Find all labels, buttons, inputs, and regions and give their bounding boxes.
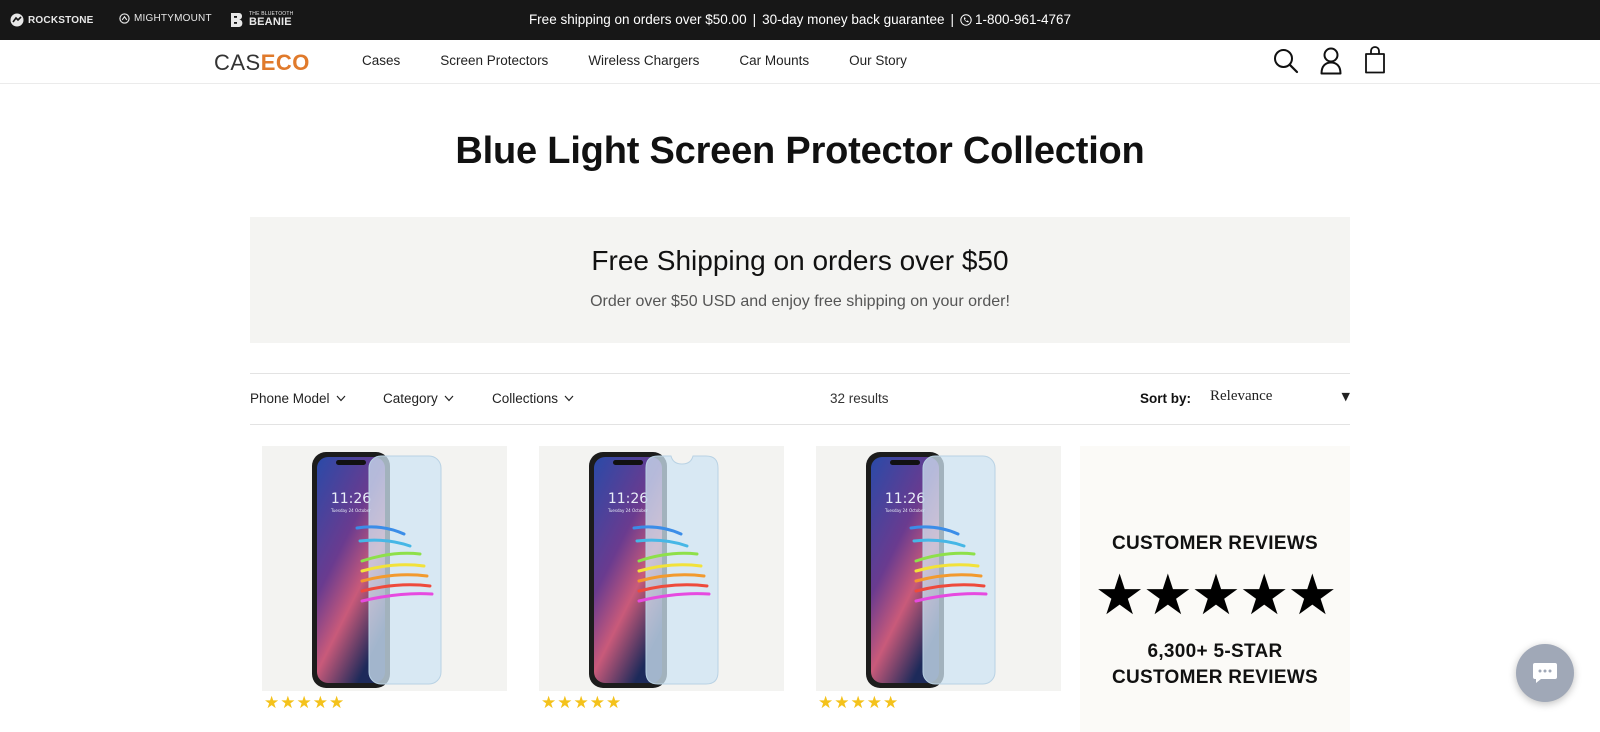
phone-screen-protector-illustration: 11:26 Tuesday 24 October <box>312 452 442 688</box>
filter-collections[interactable]: Collections <box>492 391 574 406</box>
sort-select[interactable]: Relevance ▼ <box>1210 388 1350 410</box>
filter-collections-label: Collections <box>492 391 559 406</box>
search-icon[interactable] <box>1272 47 1300 80</box>
reviews-stars: ★★★★★ <box>1094 563 1337 626</box>
chat-bubble-icon <box>1533 663 1557 683</box>
phone-icon <box>960 14 972 29</box>
nav-item-screen-protectors[interactable]: Screen Protectors <box>440 53 548 68</box>
logo-text-cas: CAS <box>214 50 261 75</box>
product-image[interactable]: 11:26 Tuesday 24 October <box>262 446 507 691</box>
phone-number-link[interactable]: 1-800-961-4767 <box>975 12 1071 27</box>
filter-bar: Phone Model Category Collections 32 resu… <box>250 373 1350 425</box>
filter-phone-model[interactable]: Phone Model <box>250 391 346 406</box>
customer-reviews-tile[interactable]: CUSTOMER REVIEWS ★★★★★ 6,300+ 5-STAR CUS… <box>1080 446 1350 732</box>
product-rating-stars: ★★★★★ <box>264 693 346 712</box>
phone-screen-protector-illustration: 11:26 Tuesday 24 October <box>866 452 996 688</box>
reviews-count-line1: 6,300+ 5-STAR <box>1147 641 1283 662</box>
screen-time-text: 11:26 <box>885 491 925 507</box>
nav-item-our-story[interactable]: Our Story <box>849 53 907 68</box>
page-title: Blue Light Screen Protector Collection <box>455 130 1145 172</box>
nav-item-car-mounts[interactable]: Car Mounts <box>739 53 809 68</box>
sort-select-value: Relevance <box>1210 388 1273 404</box>
reviews-count-line2: CUSTOMER REVIEWS <box>1111 667 1319 688</box>
filter-category[interactable]: Category <box>383 391 454 406</box>
screen-time-text: 11:26 <box>608 491 648 507</box>
product-card[interactable]: 11:26 Tuesday 24 October ★★★★★ <box>816 446 1061 713</box>
cart-icon[interactable] <box>1363 45 1387 80</box>
banner-text: Order over $50 USD and enjoy free shippi… <box>590 293 1010 310</box>
shipping-announcement: Free shipping on orders over $50.00 <box>528 12 747 27</box>
product-image[interactable]: 11:26 Tuesday 24 October <box>539 446 784 691</box>
screen-time-text: 11:26 <box>331 491 371 507</box>
results-count: 32 results <box>830 391 889 406</box>
nav-item-wireless-chargers[interactable]: Wireless Chargers <box>588 53 699 68</box>
product-card[interactable]: 11:26 Tuesday 24 October ★★★★★ <box>539 446 784 713</box>
filter-category-label: Category <box>383 391 438 406</box>
chat-button[interactable] <box>1516 644 1574 702</box>
nav-menu: Cases Screen Protectors Wireless Charger… <box>362 53 947 68</box>
nav-item-cases[interactable]: Cases <box>362 53 400 68</box>
free-shipping-banner: Free Shipping on orders over $50 Order o… <box>250 217 1350 343</box>
account-icon[interactable] <box>1318 46 1344 81</box>
chevron-down-icon <box>564 395 574 402</box>
product-rating-stars: ★★★★★ <box>818 693 900 712</box>
announcement-text: Free shipping on orders over $50.00 | 30-d… <box>528 12 1072 29</box>
filter-phone-model-label: Phone Model <box>250 391 330 406</box>
chevron-down-icon <box>336 395 346 402</box>
screen-date-text: Tuesday 24 October <box>330 508 371 513</box>
caret-down-icon: ▼ <box>1341 390 1350 403</box>
product-card[interactable]: 11:26 Tuesday 24 October ★★★★★ <box>262 446 507 713</box>
logo-text-eco: ECO <box>260 50 310 75</box>
phone-screen-protector-illustration: 11:26 Tuesday 24 October <box>589 452 719 688</box>
product-image[interactable]: 11:26 Tuesday 24 October <box>816 446 1061 691</box>
chevron-down-icon <box>444 395 454 402</box>
banner-heading: Free Shipping on orders over $50 <box>591 245 1009 276</box>
screen-date-text: Tuesday 24 October <box>607 508 648 513</box>
reviews-count: 6,300+ 5-STAR CUSTOMER REVIEWS <box>1080 639 1350 691</box>
screen-date-text: Tuesday 24 October <box>884 508 925 513</box>
product-rating-stars: ★★★★★ <box>541 693 623 712</box>
caseco-logo[interactable]: CASECO <box>214 50 310 76</box>
guarantee-announcement: 30-day money back guarantee <box>762 12 945 27</box>
announcement-bar: ROCKSTONE MIGHTYMOUNT THE BLUETOOTH BEAN… <box>0 0 1600 40</box>
sort-by-label: Sort by: <box>1140 391 1192 406</box>
reviews-title: CUSTOMER REVIEWS <box>1111 533 1319 554</box>
main-navigation: CASECO Cases Screen Protectors Wireless … <box>0 40 1600 84</box>
